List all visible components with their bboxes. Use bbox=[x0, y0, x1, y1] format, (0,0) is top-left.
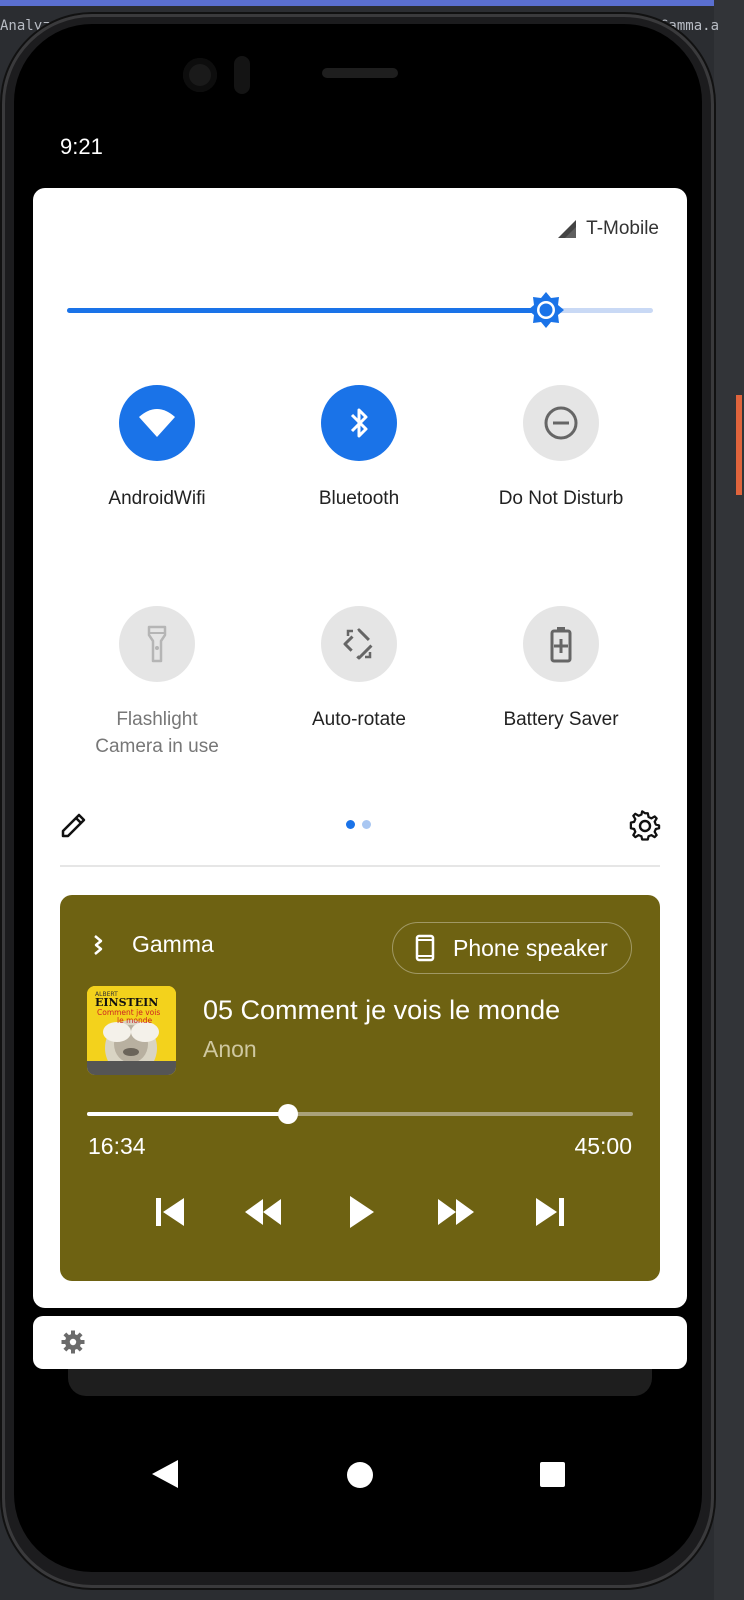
gear-icon[interactable] bbox=[61, 1330, 85, 1354]
brightness-slider[interactable] bbox=[67, 292, 653, 328]
seek-thumb[interactable] bbox=[277, 1104, 298, 1124]
tile-bluetooth-label: Bluetooth bbox=[318, 488, 400, 509]
home-button[interactable] bbox=[347, 1462, 373, 1488]
tile-auto-rotate[interactable]: Auto-rotate bbox=[259, 606, 459, 733]
tile-dnd-button[interactable] bbox=[523, 385, 599, 461]
page-indicator bbox=[346, 820, 371, 829]
fast-forward-icon[interactable] bbox=[436, 1192, 476, 1232]
status-time: 9:21 bbox=[60, 134, 103, 159]
seek-bar[interactable] bbox=[87, 1104, 633, 1124]
tile-battery-saver-label: Battery Saver bbox=[503, 709, 619, 730]
recents-button[interactable] bbox=[540, 1462, 565, 1487]
panel-divider bbox=[60, 865, 660, 867]
page-dot-active bbox=[346, 820, 355, 829]
tile-wifi-button[interactable] bbox=[119, 385, 195, 461]
editor-top-bar bbox=[0, 0, 744, 6]
track-artist: Anon bbox=[203, 1036, 257, 1062]
back-icon[interactable] bbox=[150, 1458, 180, 1490]
carrier-indicator: T-Mobile bbox=[556, 218, 659, 240]
app-logo-icon bbox=[94, 934, 103, 955]
seek-fill bbox=[87, 1112, 288, 1116]
phone-icon bbox=[415, 934, 435, 962]
editor-right-column bbox=[714, 0, 744, 1600]
output-device-label: Phone speaker bbox=[453, 934, 608, 961]
album-art-line2: le monde bbox=[117, 1016, 152, 1025]
track-title: 05 Comment je vois le monde bbox=[203, 995, 561, 1025]
rewind-icon[interactable] bbox=[243, 1192, 283, 1232]
carrier-name: T-Mobile bbox=[586, 218, 659, 239]
tile-do-not-disturb[interactable]: Do Not Disturb bbox=[461, 385, 661, 512]
tile-auto-rotate-label: Auto-rotate bbox=[312, 709, 406, 730]
media-player-card[interactable]: Gamma Phone speaker ALBERT EINSTEIN Comm… bbox=[60, 895, 660, 1281]
skip-next-icon[interactable] bbox=[530, 1192, 570, 1232]
quick-settings-footer bbox=[33, 808, 687, 848]
auto-rotate-icon bbox=[343, 628, 375, 660]
media-controls bbox=[60, 1192, 660, 1232]
front-sensor bbox=[234, 56, 250, 94]
tile-bluetooth-button[interactable] bbox=[321, 385, 397, 461]
skip-previous-icon[interactable] bbox=[150, 1192, 190, 1232]
output-device-chip[interactable]: Phone speaker bbox=[392, 922, 632, 974]
elapsed-time: 16:34 bbox=[88, 1133, 146, 1159]
tile-flashlight-sublabel: Camera in use bbox=[95, 736, 219, 757]
front-camera bbox=[183, 58, 217, 92]
tile-auto-rotate-button[interactable] bbox=[321, 606, 397, 682]
brightness-thumb-icon[interactable] bbox=[526, 290, 566, 330]
quick-settings-panel: T-Mobile AndroidWifi Bluetooth Do Not Di… bbox=[33, 188, 687, 1308]
earpiece-speaker bbox=[322, 68, 398, 78]
battery-saver-icon bbox=[550, 627, 572, 663]
total-time: 45:00 bbox=[574, 1133, 632, 1159]
tile-wifi[interactable]: AndroidWifi bbox=[57, 385, 257, 512]
page-dot bbox=[362, 820, 371, 829]
editor-scroll-marker bbox=[736, 395, 742, 495]
tile-battery-saver[interactable]: Battery Saver bbox=[461, 606, 661, 733]
edit-icon[interactable] bbox=[59, 810, 89, 840]
album-art-image: ALBERT EINSTEIN Comment je vois le monde bbox=[87, 986, 176, 1075]
media-app-row: Gamma bbox=[90, 931, 214, 958]
album-art: ALBERT EINSTEIN Comment je vois le monde bbox=[87, 986, 176, 1075]
media-app-name: Gamma bbox=[132, 931, 214, 957]
wifi-icon bbox=[139, 409, 175, 437]
tile-dnd-label: Do Not Disturb bbox=[498, 488, 624, 509]
tile-flashlight[interactable]: Flashlight Camera in use bbox=[57, 606, 257, 760]
notification-settings-bar[interactable] bbox=[33, 1316, 687, 1369]
settings-gear-icon[interactable] bbox=[629, 810, 661, 842]
brightness-fill bbox=[67, 308, 547, 313]
tile-flashlight-label: Flashlight bbox=[116, 709, 198, 730]
flashlight-icon bbox=[147, 625, 167, 663]
tile-battery-saver-button[interactable] bbox=[523, 606, 599, 682]
bluetooth-icon bbox=[350, 408, 368, 438]
tile-bluetooth[interactable]: Bluetooth bbox=[259, 385, 459, 512]
tile-flashlight-button[interactable] bbox=[119, 606, 195, 682]
tile-wifi-label: AndroidWifi bbox=[108, 488, 206, 509]
do-not-disturb-icon bbox=[544, 406, 578, 440]
play-icon[interactable] bbox=[340, 1192, 380, 1232]
signal-icon bbox=[558, 220, 577, 238]
